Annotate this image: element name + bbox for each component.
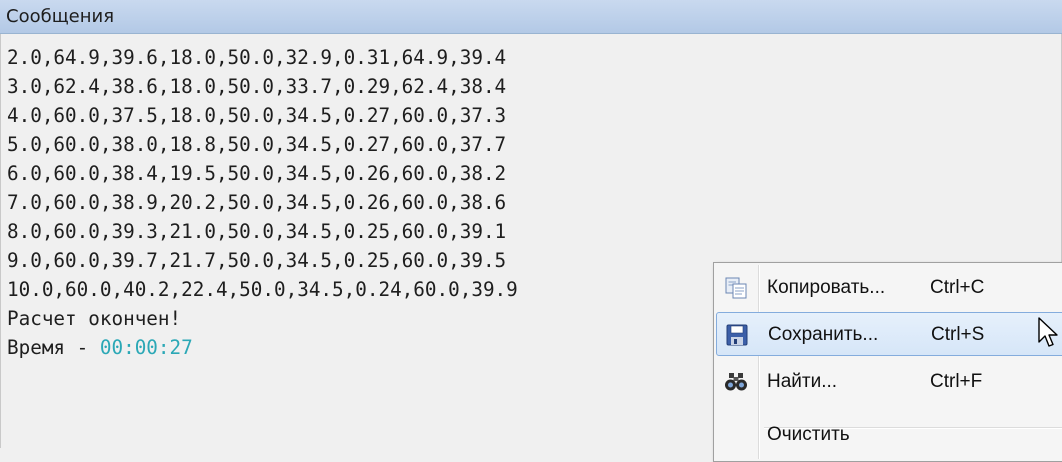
panel-titlebar: Сообщения — [0, 0, 1062, 34]
menu-item-copy-shortcut: Ctrl+C — [930, 277, 985, 298]
menu-item-copy-label: Копировать... — [767, 277, 886, 298]
menu-item-clear-label: Очистить — [767, 424, 850, 445]
mouse-pointer-icon — [1037, 316, 1061, 352]
log-line: 5.0,60.0,38.0,18.8,50.0,34.5,0.27,60.0,3… — [7, 133, 507, 156]
panel-title: Сообщения — [6, 6, 115, 27]
binoculars-icon — [724, 370, 748, 394]
messages-panel: Сообщения 2.0,64.9,39.6,18.0,50.0,32.9,0… — [0, 0, 1062, 462]
calc-done-message: Расчет окончен! — [7, 307, 182, 330]
menu-item-find-label: Найти... — [767, 371, 838, 392]
elapsed-time-value: 00:00:27 — [99, 336, 193, 359]
log-line: 8.0,60.0,39.3,21.0,50.0,34.5,0.25,60.0,3… — [7, 220, 507, 243]
log-line: 10.0,60.0,40.2,22.4,50.0,34.5,0.24,60.0,… — [7, 278, 518, 301]
menu-item-save-label: Сохранить... — [768, 324, 879, 345]
copy-icon — [724, 276, 748, 300]
elapsed-time-label: Время - — [7, 336, 100, 359]
log-line: 9.0,60.0,39.7,21.7,50.0,34.5,0.25,60.0,3… — [7, 249, 507, 272]
menu-item-copy[interactable]: Копировать... Ctrl+C — [716, 266, 1062, 310]
menu-item-clear[interactable]: Очистить — [716, 413, 1062, 457]
menu-item-save-shortcut: Ctrl+S — [931, 324, 985, 345]
log-line: 4.0,60.0,37.5,18.0,50.0,34.5,0.27,60.0,3… — [7, 104, 507, 127]
save-icon — [725, 323, 749, 347]
menu-item-find[interactable]: Найти... Ctrl+F — [716, 360, 1062, 404]
menu-item-find-shortcut: Ctrl+F — [930, 371, 983, 392]
log-line: 2.0,64.9,39.6,18.0,50.0,32.9,0.31,64.9,3… — [7, 46, 507, 69]
context-menu: Копировать... Ctrl+C Сохранить... Ctrl+S — [713, 262, 1062, 462]
menu-item-save[interactable]: Сохранить... Ctrl+S — [716, 312, 1062, 356]
log-line: 3.0,62.4,38.6,18.0,50.0,33.7,0.29,62.4,3… — [7, 75, 507, 98]
log-line: 6.0,60.0,38.4,19.5,50.0,34.5,0.26,60.0,3… — [7, 162, 507, 185]
elapsed-time-line: Время - 00:00:27 — [7, 334, 193, 362]
log-line: 7.0,60.0,38.9,20.2,50.0,34.5,0.26,60.0,3… — [7, 191, 507, 214]
